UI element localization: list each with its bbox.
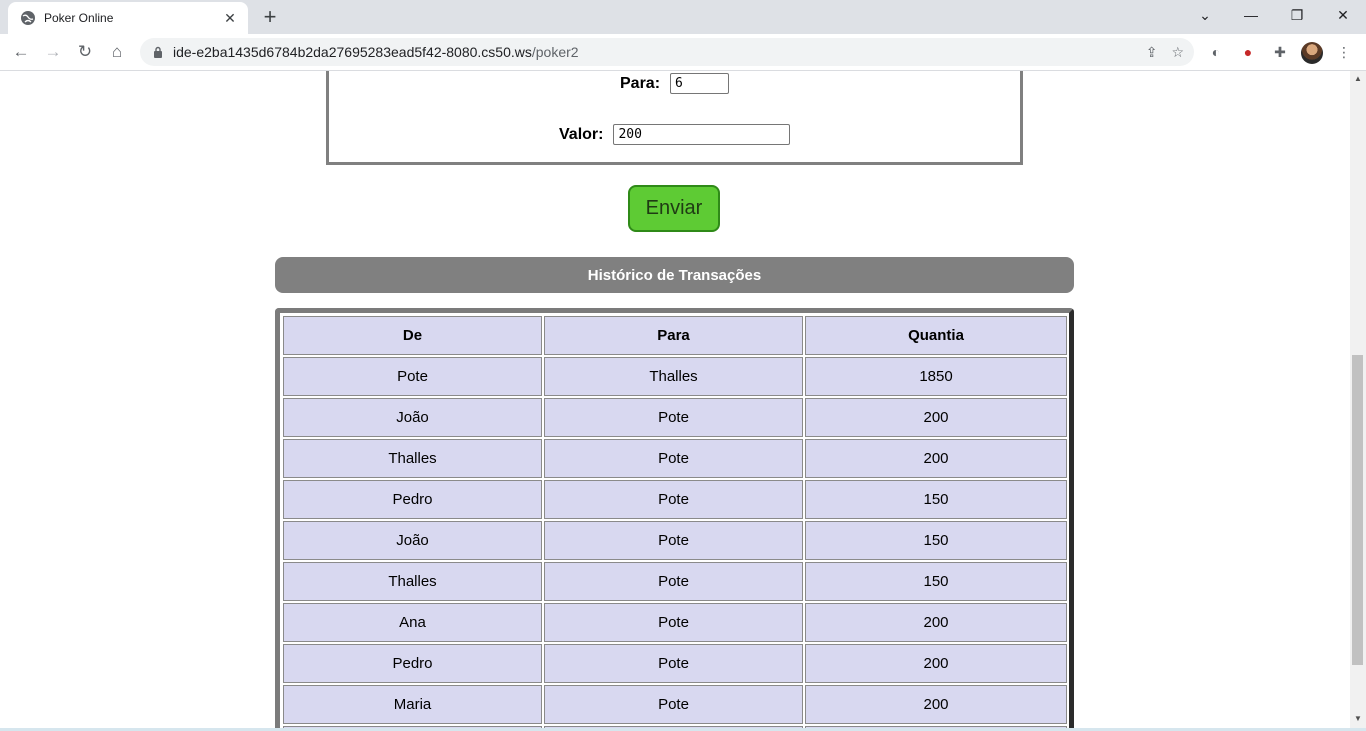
- table-row: João Pote 150: [283, 521, 1067, 560]
- cell-de: Thalles: [283, 439, 542, 478]
- valor-input[interactable]: [613, 124, 791, 145]
- para-input[interactable]: [670, 73, 730, 94]
- cell-quantia: 150: [805, 521, 1067, 560]
- minimize-icon[interactable]: —: [1228, 0, 1274, 30]
- cell-de: João: [283, 398, 542, 437]
- table-row: Thalles Pote 150: [283, 562, 1067, 601]
- globe-icon: [21, 11, 35, 25]
- cell-de: Ana: [283, 603, 542, 642]
- extensions-puzzle-icon[interactable]: ✚: [1268, 40, 1292, 64]
- table-row: Ana Pote 200: [283, 603, 1067, 642]
- close-tab-icon[interactable]: ✕: [222, 10, 238, 27]
- history-table: De Para Quantia Pote Thalles 1850 João Pote 2…: [281, 314, 1069, 728]
- bookmark-star-icon[interactable]: ☆: [1171, 44, 1184, 61]
- table-row: Pote Thalles 1850: [283, 357, 1067, 396]
- column-header-para: Para: [544, 316, 803, 355]
- table-row: Thalles Pote 200: [283, 439, 1067, 478]
- new-tab-icon[interactable]: +: [258, 6, 282, 30]
- valor-field-row: Valor:: [559, 124, 791, 145]
- reload-icon[interactable]: ↻: [72, 39, 98, 65]
- url-text: ide-e2ba1435d6784b2da27695283ead5f42-808…: [173, 44, 579, 60]
- cell-para: Pote: [544, 562, 803, 601]
- table-row: Pedro Pote 150: [283, 480, 1067, 519]
- restore-icon[interactable]: ❐: [1274, 0, 1320, 30]
- cell-para: Pote: [544, 480, 803, 519]
- cell-para: Thalles: [544, 357, 803, 396]
- para-label: Para:: [620, 74, 661, 92]
- cell-para: Pote: [544, 644, 803, 683]
- page-scrollbar[interactable]: ▲ ▼: [1350, 71, 1366, 728]
- cell-de: Thalles: [283, 562, 542, 601]
- lock-icon: [154, 46, 162, 58]
- forward-icon[interactable]: →: [40, 39, 66, 65]
- back-icon[interactable]: ←: [8, 39, 34, 65]
- home-icon[interactable]: ⌂: [104, 39, 130, 65]
- address-bar[interactable]: ide-e2ba1435d6784b2da27695283ead5f42-808…: [140, 38, 1194, 66]
- cell-quantia: 200: [805, 603, 1067, 642]
- cell-de: Pedro: [283, 644, 542, 683]
- cell-quantia: 200: [805, 398, 1067, 437]
- tab-title: Poker Online: [44, 11, 114, 25]
- table-row: Maria Pote 200: [283, 685, 1067, 724]
- menu-kebab-icon[interactable]: ⋮: [1332, 40, 1356, 64]
- tab-strip: Poker Online ✕ + ⌄ — ❐ ✕: [0, 0, 1366, 34]
- cell-quantia: 1850: [805, 357, 1067, 396]
- extension-c-icon[interactable]: ◐: [1204, 40, 1228, 64]
- cell-quantia: 200: [805, 439, 1067, 478]
- column-header-quantia: Quantia: [805, 316, 1067, 355]
- cell-de: João: [283, 521, 542, 560]
- cell-quantia: 150: [805, 480, 1067, 519]
- history-title: Histórico de Transações: [275, 257, 1074, 293]
- table-row: João Pote 200: [283, 398, 1067, 437]
- browser-toolbar: ← → ↻ ⌂ ide-e2ba1435d6784b2da27695283ead…: [0, 34, 1366, 71]
- table-header-row: De Para Quantia: [283, 316, 1067, 355]
- cell-quantia: 200: [805, 644, 1067, 683]
- page-viewport: Para: Valor: Enviar Histórico de Transaç…: [0, 71, 1350, 728]
- column-header-de: De: [283, 316, 542, 355]
- close-window-icon[interactable]: ✕: [1320, 0, 1366, 30]
- cell-quantia: 150: [805, 562, 1067, 601]
- cell-de: Maria: [283, 685, 542, 724]
- cell-de: Pote: [283, 357, 542, 396]
- cell-para: Pote: [544, 398, 803, 437]
- scrollbar-thumb[interactable]: [1352, 355, 1363, 665]
- scroll-up-icon[interactable]: ▲: [1353, 74, 1363, 83]
- browser-tab[interactable]: Poker Online ✕: [8, 2, 248, 34]
- scroll-down-icon[interactable]: ▼: [1353, 714, 1363, 723]
- history-table-container: De Para Quantia Pote Thalles 1850 João Pote 2…: [275, 308, 1074, 728]
- enviar-button[interactable]: Enviar: [628, 185, 720, 232]
- cell-para: Pote: [544, 521, 803, 560]
- tab-search-icon[interactable]: ⌄: [1182, 0, 1228, 30]
- cell-para: Pote: [544, 603, 803, 642]
- cell-quantia: 200: [805, 685, 1067, 724]
- extension-s-icon[interactable]: ●: [1236, 40, 1260, 64]
- cell-para: Pote: [544, 439, 803, 478]
- cell-de: Pedro: [283, 480, 542, 519]
- profile-avatar[interactable]: [1301, 42, 1323, 64]
- para-field-row: Para:: [620, 73, 730, 94]
- share-icon[interactable]: ⇪: [1146, 44, 1158, 61]
- valor-label: Valor:: [559, 125, 604, 143]
- cell-para: Pote: [544, 685, 803, 724]
- table-row: Pedro Pote 200: [283, 644, 1067, 683]
